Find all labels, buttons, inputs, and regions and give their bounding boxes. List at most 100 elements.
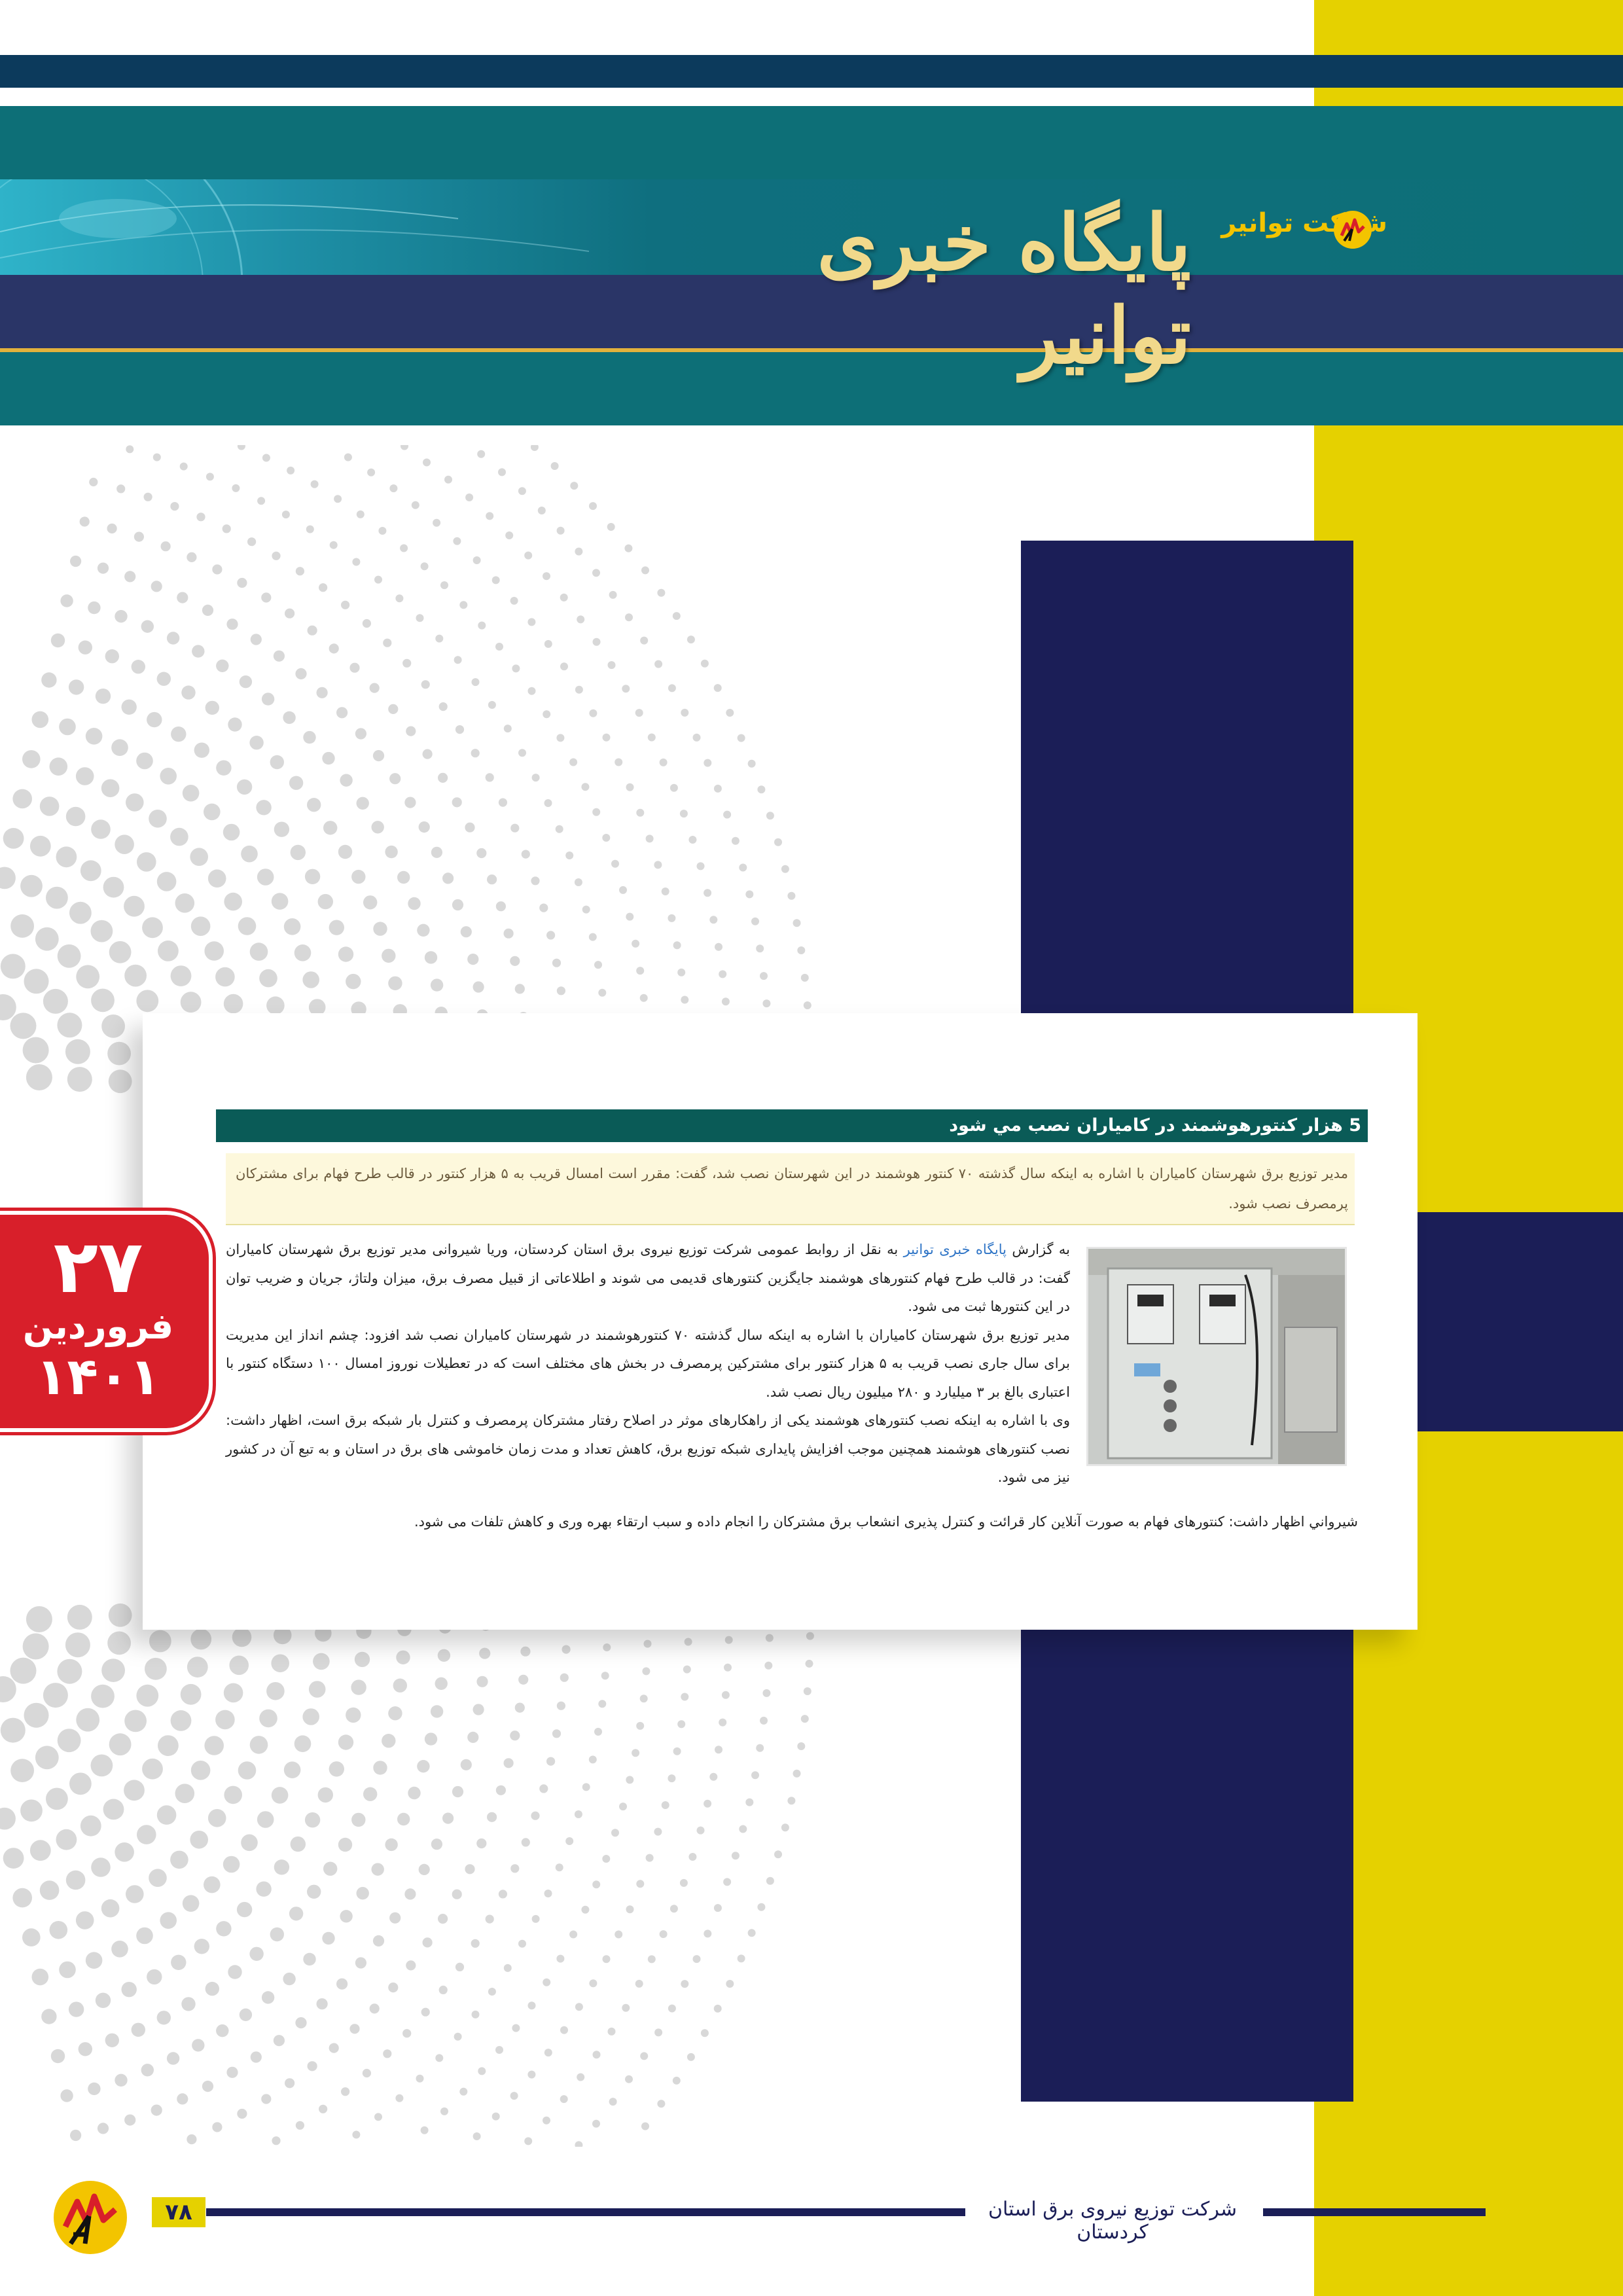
pattern-dot xyxy=(592,637,601,646)
pattern-dot xyxy=(229,1655,249,1676)
pattern-dot xyxy=(50,2049,65,2064)
pattern-dot xyxy=(362,619,372,628)
pattern-dot xyxy=(420,2126,429,2134)
news-headline[interactable]: 5 هزار کنتورهوشمند در کامیاران نصب مي شو… xyxy=(223,1109,1361,1142)
pattern-dot xyxy=(329,920,344,935)
pattern-dot xyxy=(285,608,295,619)
pattern-dot xyxy=(261,592,272,603)
pattern-dot xyxy=(422,1937,433,1948)
pattern-dot xyxy=(156,2011,171,2025)
pattern-dot xyxy=(389,773,401,785)
pattern-dot xyxy=(560,1673,569,1682)
pattern-dot xyxy=(546,931,556,940)
pattern-dot xyxy=(423,458,431,467)
pattern-dot xyxy=(546,1757,556,1766)
pattern-dot xyxy=(89,477,98,487)
pattern-dot xyxy=(592,569,600,577)
pattern-dot xyxy=(69,901,92,924)
pattern-dot xyxy=(166,2052,180,2065)
pattern-dot xyxy=(95,1992,111,2008)
pattern-dot xyxy=(688,1853,697,1861)
pattern-dot xyxy=(556,734,565,742)
pattern-dot xyxy=(124,1780,145,1801)
pattern-dot xyxy=(351,869,366,884)
pattern-dot xyxy=(151,2104,162,2116)
pattern-dot xyxy=(719,970,727,978)
pattern-dot xyxy=(592,2051,601,2059)
pattern-dot xyxy=(136,1684,159,1707)
pattern-dot xyxy=(797,1742,806,1750)
pattern-dot xyxy=(704,889,712,897)
pattern-dot xyxy=(510,956,520,966)
pattern-dot xyxy=(385,1838,398,1852)
pattern-dot xyxy=(531,774,540,782)
pattern-dot xyxy=(560,2026,568,2034)
pattern-dot xyxy=(657,2100,666,2108)
pattern-dot xyxy=(552,1729,562,1738)
pattern-dot xyxy=(76,1708,100,1732)
pattern-dot xyxy=(602,733,611,742)
pattern-dot xyxy=(340,774,353,787)
pattern-dot xyxy=(369,2003,380,2014)
pattern-dot xyxy=(290,844,306,861)
pattern-dot xyxy=(389,1912,401,1924)
pattern-dot xyxy=(518,487,526,495)
pattern-dot xyxy=(108,1069,132,1094)
pattern-dot xyxy=(555,1863,563,1872)
pattern-dot xyxy=(26,1606,52,1632)
pattern-dot xyxy=(510,1864,520,1873)
date-year: ۱۴۰۱ xyxy=(35,1348,161,1407)
pattern-dot xyxy=(737,734,745,742)
source-link[interactable]: پایگاه خبری توانیر xyxy=(904,1242,1007,1257)
pattern-dot xyxy=(611,1829,619,1837)
pattern-dot xyxy=(397,870,410,884)
pattern-dot xyxy=(39,1880,60,1900)
pattern-dot xyxy=(594,961,602,969)
pattern-dot xyxy=(247,537,257,547)
pattern-dot xyxy=(687,2053,695,2061)
pattern-dot xyxy=(215,967,235,987)
pattern-dot xyxy=(371,821,384,834)
pattern-dot xyxy=(731,836,740,845)
pattern-dot xyxy=(307,1884,321,1899)
pattern-dot xyxy=(539,903,548,912)
pattern-dot xyxy=(303,1952,316,1966)
pattern-dot xyxy=(430,978,444,992)
pattern-dot xyxy=(626,1905,634,1914)
pattern-dot xyxy=(171,1954,187,1970)
pattern-dot xyxy=(657,588,666,597)
pattern-dot xyxy=(271,1654,290,1673)
pattern-dot xyxy=(417,924,430,937)
pattern-dot xyxy=(498,1890,508,1899)
pattern-dot xyxy=(797,946,806,954)
pattern-dot xyxy=(170,1710,192,1731)
pattern-dot xyxy=(90,1754,113,1777)
pattern-dot xyxy=(272,2136,281,2145)
pattern-dot xyxy=(363,895,378,910)
pattern-dot xyxy=(283,918,301,935)
pattern-dot xyxy=(182,785,200,802)
pattern-dot xyxy=(611,859,619,868)
pattern-dot xyxy=(249,1736,268,1754)
body-paragraph-2: مدیر توزیع برق شهرستان کامیاران با اشاره… xyxy=(226,1327,1070,1400)
pattern-dot xyxy=(111,1941,128,1958)
pattern-dot xyxy=(59,1961,76,1979)
news-body: به گزارش پایگاه خبری توانیر به نقل از رو… xyxy=(226,1236,1070,1492)
pattern-dot xyxy=(659,758,668,766)
pattern-dot xyxy=(108,1603,132,1627)
pattern-dot xyxy=(661,1801,669,1809)
pattern-dot xyxy=(237,2108,247,2119)
pattern-dot xyxy=(677,968,686,977)
pattern-dot xyxy=(556,526,565,535)
pattern-dot xyxy=(531,1914,540,1923)
pattern-dot xyxy=(223,1856,240,1873)
pattern-dot xyxy=(287,466,295,475)
pattern-dot xyxy=(787,1797,796,1805)
pattern-dot xyxy=(177,2093,188,2105)
pattern-dot xyxy=(273,650,285,662)
pattern-dot xyxy=(105,649,119,664)
pattern-dot xyxy=(636,967,645,975)
pattern-dot xyxy=(751,1771,759,1780)
pattern-dot xyxy=(0,1676,16,1702)
pattern-dot xyxy=(75,1911,94,1929)
